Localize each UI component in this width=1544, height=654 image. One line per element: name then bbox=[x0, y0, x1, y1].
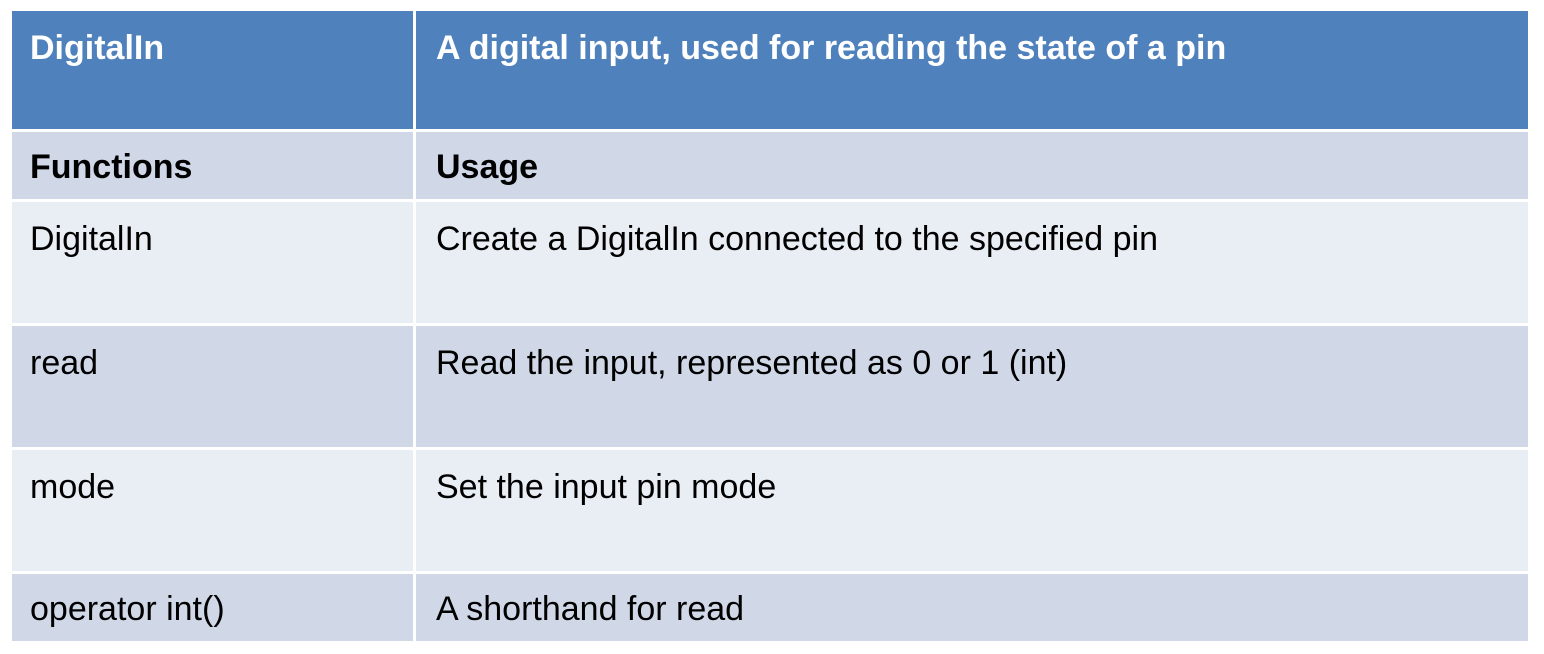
row-usage-read: Read the input, represented as 0 or 1 (i… bbox=[416, 326, 1528, 447]
column-header-functions: Functions bbox=[12, 132, 413, 199]
row-function-read: read bbox=[12, 326, 413, 447]
row-function-operator-int: operator int() bbox=[12, 574, 413, 641]
row-function-mode: mode bbox=[12, 450, 413, 571]
row-function-digitalin: DigitalIn bbox=[12, 202, 413, 323]
column-header-usage: Usage bbox=[416, 132, 1528, 199]
row-usage-digitalin: Create a DigitalIn connected to the spec… bbox=[416, 202, 1528, 323]
row-usage-operator-int: A shorthand for read bbox=[416, 574, 1528, 641]
header-class-name: DigitalIn bbox=[12, 11, 413, 129]
header-description: A digital input, used for reading the st… bbox=[416, 11, 1528, 129]
row-usage-mode: Set the input pin mode bbox=[416, 450, 1528, 571]
api-table: DigitalIn A digital input, used for read… bbox=[12, 11, 1528, 646]
